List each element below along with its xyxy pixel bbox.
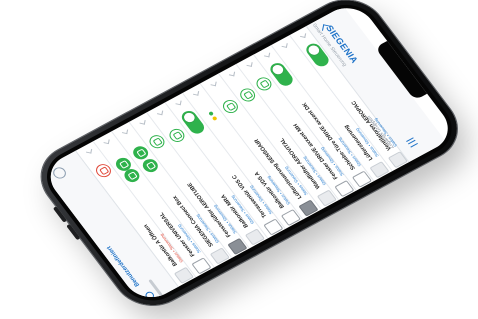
hamburger-menu-icon[interactable]: [406, 137, 418, 148]
chevron-right-icon: [192, 90, 200, 96]
toggle-knob: [270, 63, 286, 76]
chevron-right-icon: [175, 99, 182, 106]
toggle-knob: [306, 43, 321, 57]
chevron-right-icon: [86, 147, 93, 154]
chevron-right-icon: [121, 128, 128, 135]
gear-icon[interactable]: [143, 290, 156, 301]
chevron-right-icon: [139, 119, 146, 125]
chevron-right-icon: [157, 109, 164, 116]
chevron-right-icon: [299, 32, 306, 39]
chevron-right-icon: [246, 61, 253, 67]
chevron-right-icon: [281, 42, 289, 48]
help-icon[interactable]: [50, 165, 69, 181]
phone: SIEGENIA Smart Home Steuerung 15:48 Vent…: [26, 0, 472, 318]
status-dot-yellow: [211, 115, 218, 121]
toggle-knob: [181, 111, 197, 125]
chevron-right-icon: [103, 138, 111, 144]
marketing-stage: SIEGENIA Smart Home Steuerung 15:48 Vent…: [0, 0, 478, 318]
chevron-right-icon: [264, 51, 271, 58]
status-dot-green: [208, 111, 214, 117]
chevron-right-icon: [228, 70, 235, 77]
chevron-right-icon: [210, 80, 217, 87]
